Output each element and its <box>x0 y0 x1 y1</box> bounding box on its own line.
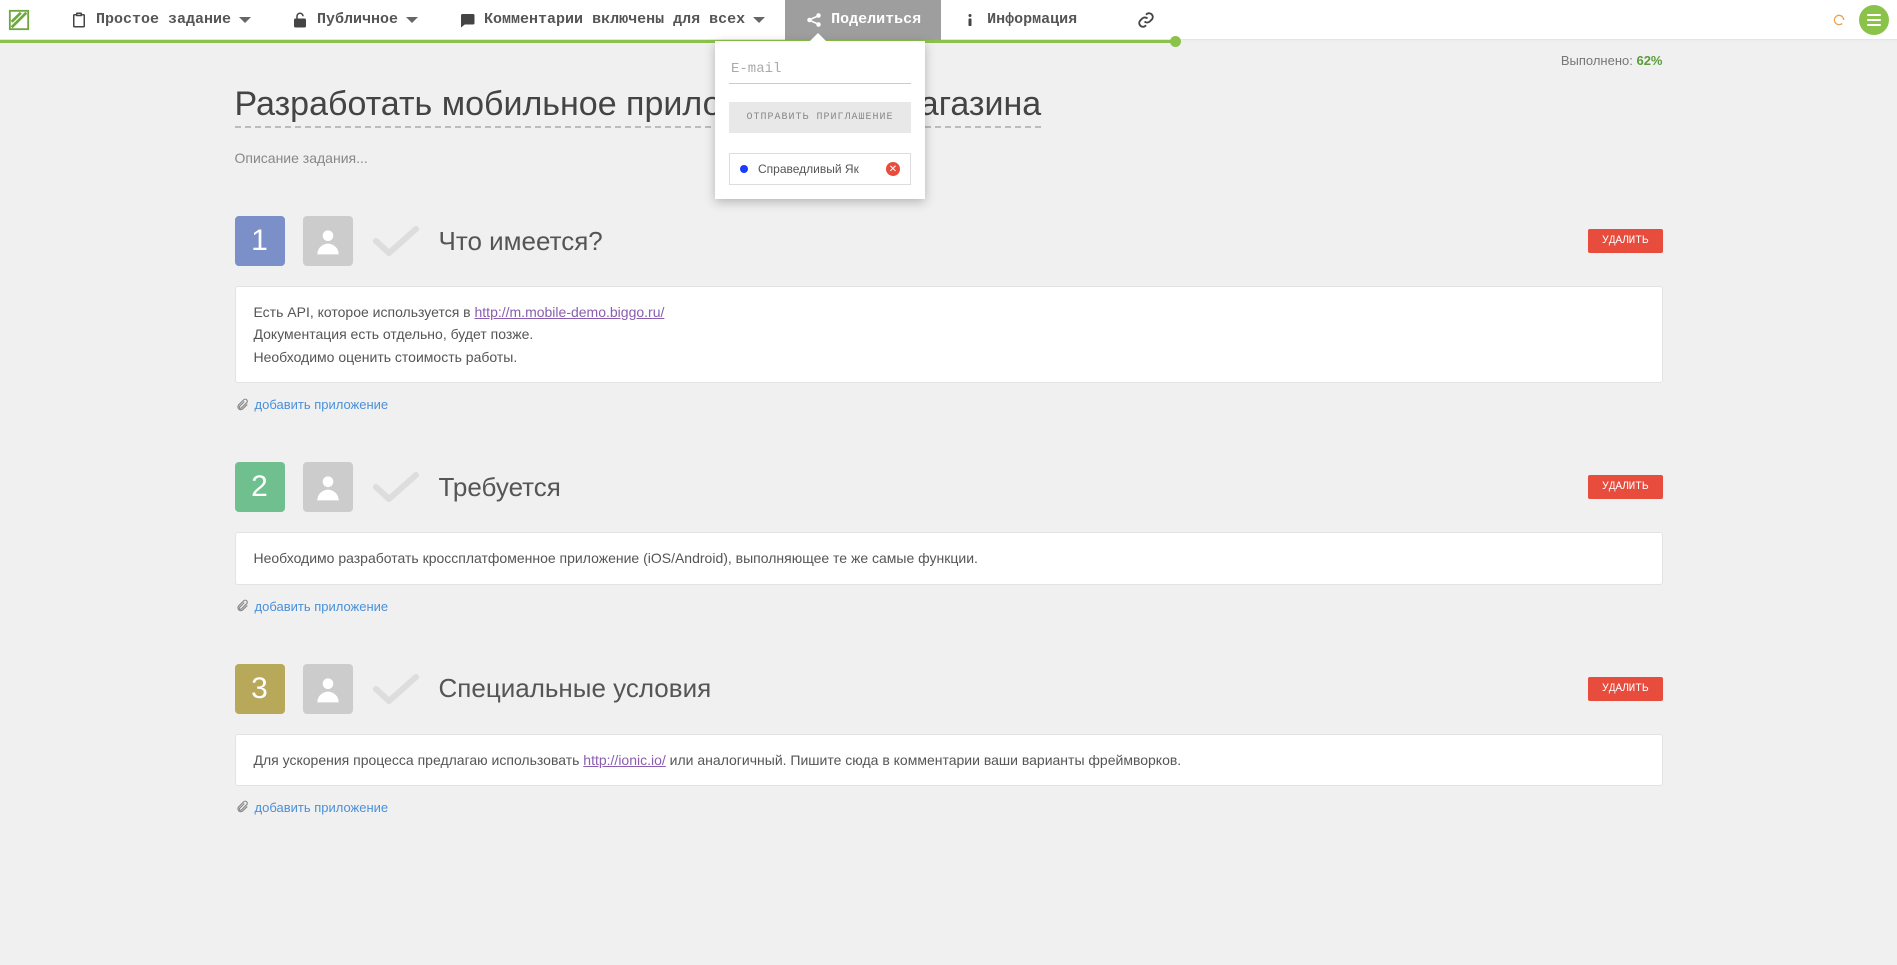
info-label: Информация <box>987 11 1077 28</box>
task-type-dropdown[interactable]: Простое задание <box>50 0 271 40</box>
step-body[interactable]: Необходимо разработать кроссплатфоменное… <box>235 532 1663 584</box>
main-content: Выполнено: 62% Разработать мобильное при… <box>199 43 1699 905</box>
step-body-link[interactable]: http://ionic.io/ <box>583 752 666 768</box>
attachment-icon <box>235 599 249 613</box>
step-avatar[interactable] <box>303 216 353 266</box>
chevron-down-icon <box>753 17 765 23</box>
step: 3 Специальные условия УДАЛИТЬ Для ускорения… <box>235 664 1663 815</box>
email-input[interactable] <box>729 55 911 84</box>
user-status-dot <box>740 165 748 173</box>
privacy-label: Публичное <box>317 11 398 28</box>
task-type-label: Простое задание <box>96 11 231 28</box>
step-complete-checkbox[interactable] <box>371 223 421 259</box>
app-logo <box>8 9 30 31</box>
completion-status: Выполнено: 62% <box>1561 53 1663 68</box>
attachment-icon <box>235 800 249 814</box>
step-avatar[interactable] <box>303 462 353 512</box>
clipboard-icon <box>70 11 88 29</box>
step: 2 Требуется УДАЛИТЬ Необходимо разработать … <box>235 462 1663 613</box>
step-complete-checkbox[interactable] <box>371 469 421 505</box>
task-description[interactable]: Описание задания... <box>235 150 1663 166</box>
info-icon <box>961 11 979 29</box>
step-avatar[interactable] <box>303 664 353 714</box>
step-title[interactable]: Что имеется? <box>439 226 1571 257</box>
completion-percent: 62% <box>1636 53 1662 68</box>
comments-dropdown[interactable]: Комментарии включены для всех <box>438 0 785 40</box>
share-button[interactable]: Поделиться <box>785 0 941 40</box>
add-attachment-link[interactable]: добавить приложение <box>235 397 1663 412</box>
share-popover: ОТПРАВИТЬ ПРИГЛАШЕНИЕ Справедливый Як ✕ <box>715 41 925 199</box>
comment-icon <box>458 11 476 29</box>
step-body[interactable]: Для ускорения процесса предлагаю использ… <box>235 734 1663 786</box>
remove-user-button[interactable]: ✕ <box>886 162 900 176</box>
unlock-icon <box>291 11 309 29</box>
share-icon <box>805 11 823 29</box>
add-attachment-link[interactable]: добавить приложение <box>235 800 1663 815</box>
privacy-dropdown[interactable]: Публичное <box>271 0 438 40</box>
info-button[interactable]: Информация <box>941 0 1097 40</box>
step: 1 Что имеется? УДАЛИТЬ Есть API, которое ис… <box>235 216 1663 412</box>
step-body-link[interactable]: http://m.mobile-demo.biggo.ru/ <box>475 304 665 320</box>
chevron-down-icon <box>239 17 251 23</box>
delete-step-button[interactable]: УДАЛИТЬ <box>1588 229 1662 253</box>
attachment-icon <box>235 398 249 412</box>
delete-step-button[interactable]: УДАЛИТЬ <box>1588 475 1662 499</box>
link-button[interactable] <box>1117 0 1175 40</box>
hamburger-menu-button[interactable] <box>1859 5 1889 35</box>
comments-label: Комментарии включены для всех <box>484 11 745 28</box>
step-title[interactable]: Специальные условия <box>439 673 1571 704</box>
link-icon <box>1137 11 1155 29</box>
send-invite-button[interactable]: ОТПРАВИТЬ ПРИГЛАШЕНИЕ <box>729 102 911 133</box>
step-number-badge: 2 <box>235 462 285 512</box>
delete-step-button[interactable]: УДАЛИТЬ <box>1588 677 1662 701</box>
share-label: Поделиться <box>831 11 921 28</box>
topbar: Простое задание Публичное Комментарии вк… <box>0 0 1897 40</box>
add-attachment-link[interactable]: добавить приложение <box>235 599 1663 614</box>
chevron-down-icon <box>406 17 418 23</box>
step-number-badge: 1 <box>235 216 285 266</box>
step-body[interactable]: Есть API, которое используется в http://… <box>235 286 1663 383</box>
step-complete-checkbox[interactable] <box>371 671 421 707</box>
shared-user-name: Справедливый Як <box>758 162 859 176</box>
shared-user-row: Справедливый Як ✕ <box>729 153 911 185</box>
sync-indicator-icon <box>1831 12 1847 28</box>
step-title[interactable]: Требуется <box>439 472 1571 503</box>
step-number-badge: 3 <box>235 664 285 714</box>
